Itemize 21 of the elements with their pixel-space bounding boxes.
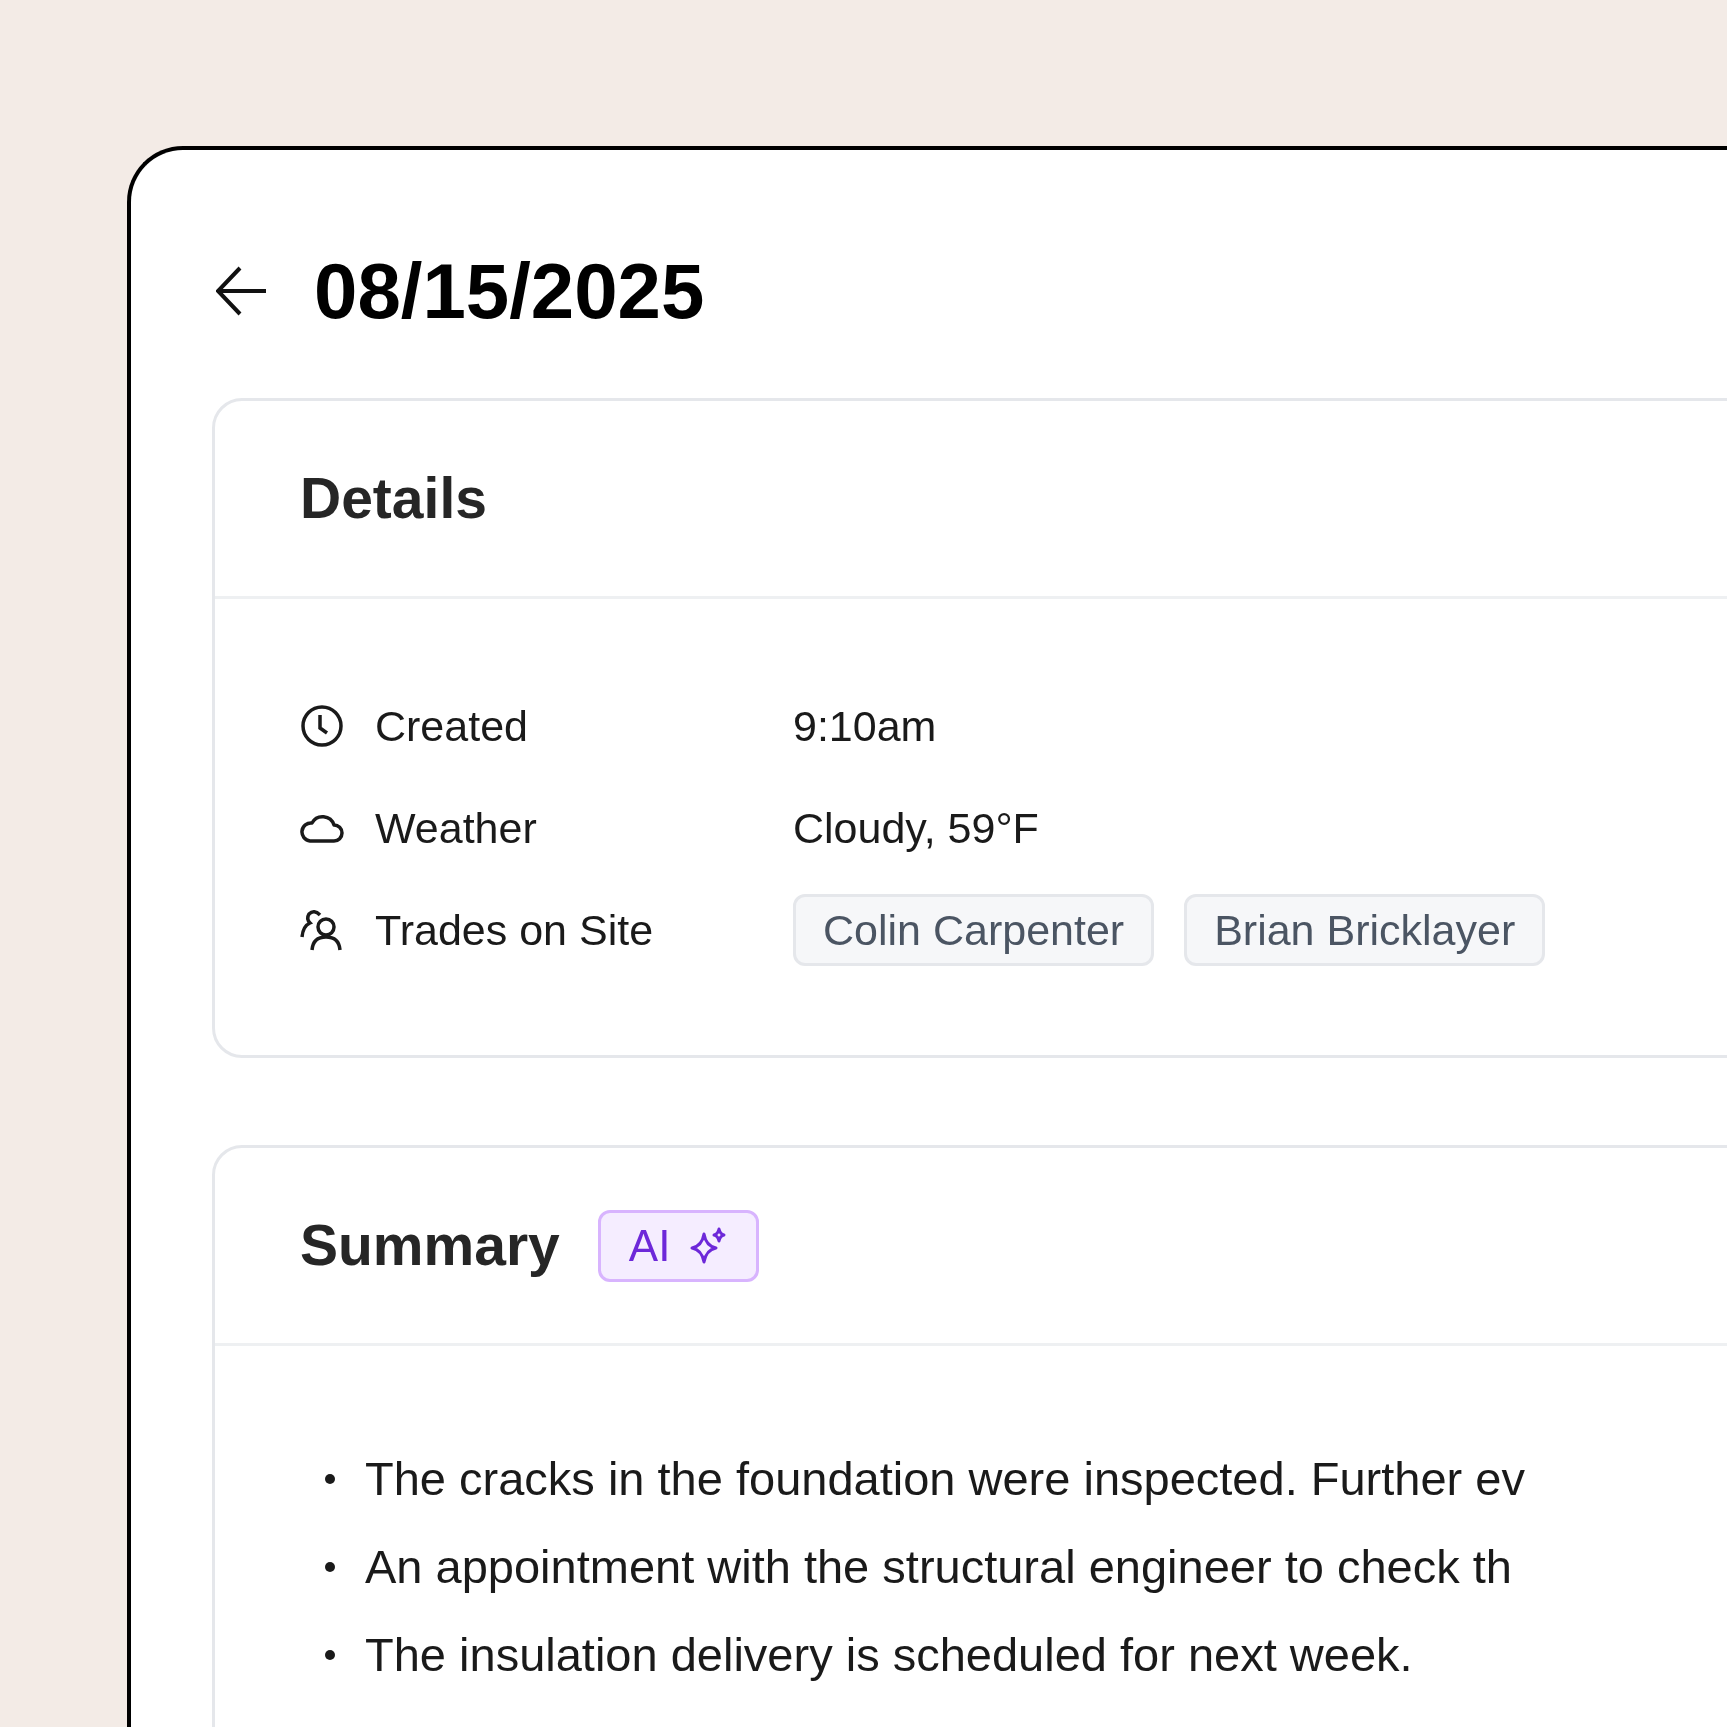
summary-item: The cracks in the foundation were inspected. Further ev bbox=[365, 1453, 1525, 1505]
clock-icon bbox=[300, 704, 344, 748]
field-label: Trades on Site bbox=[375, 904, 655, 956]
trade-tag: Colin Carpenter bbox=[793, 894, 1155, 966]
people-icon bbox=[300, 909, 342, 951]
cloud-icon bbox=[300, 813, 344, 843]
card-title: Details bbox=[300, 464, 487, 532]
summary-item: An appointment with the structural engineer to check th bbox=[365, 1541, 1512, 1593]
field-label: Created bbox=[375, 700, 529, 752]
bullet-icon bbox=[325, 1474, 335, 1484]
field-value: 9:10am bbox=[793, 700, 937, 752]
trade-tag: Brian Bricklayer bbox=[1184, 894, 1546, 966]
bullet-icon bbox=[325, 1650, 335, 1660]
card-title: Summary bbox=[300, 1211, 560, 1279]
page-title: 08/15/2025 bbox=[314, 252, 705, 330]
bullet-icon bbox=[325, 1562, 335, 1572]
field-label: Weather bbox=[375, 802, 538, 854]
ai-badge: AI bbox=[597, 1209, 760, 1282]
back-arrow-icon[interactable] bbox=[216, 266, 268, 316]
summary-item: The insulation delivery is scheduled for next week. bbox=[365, 1629, 1413, 1681]
field-value: Cloudy, 59°F bbox=[793, 802, 1039, 854]
